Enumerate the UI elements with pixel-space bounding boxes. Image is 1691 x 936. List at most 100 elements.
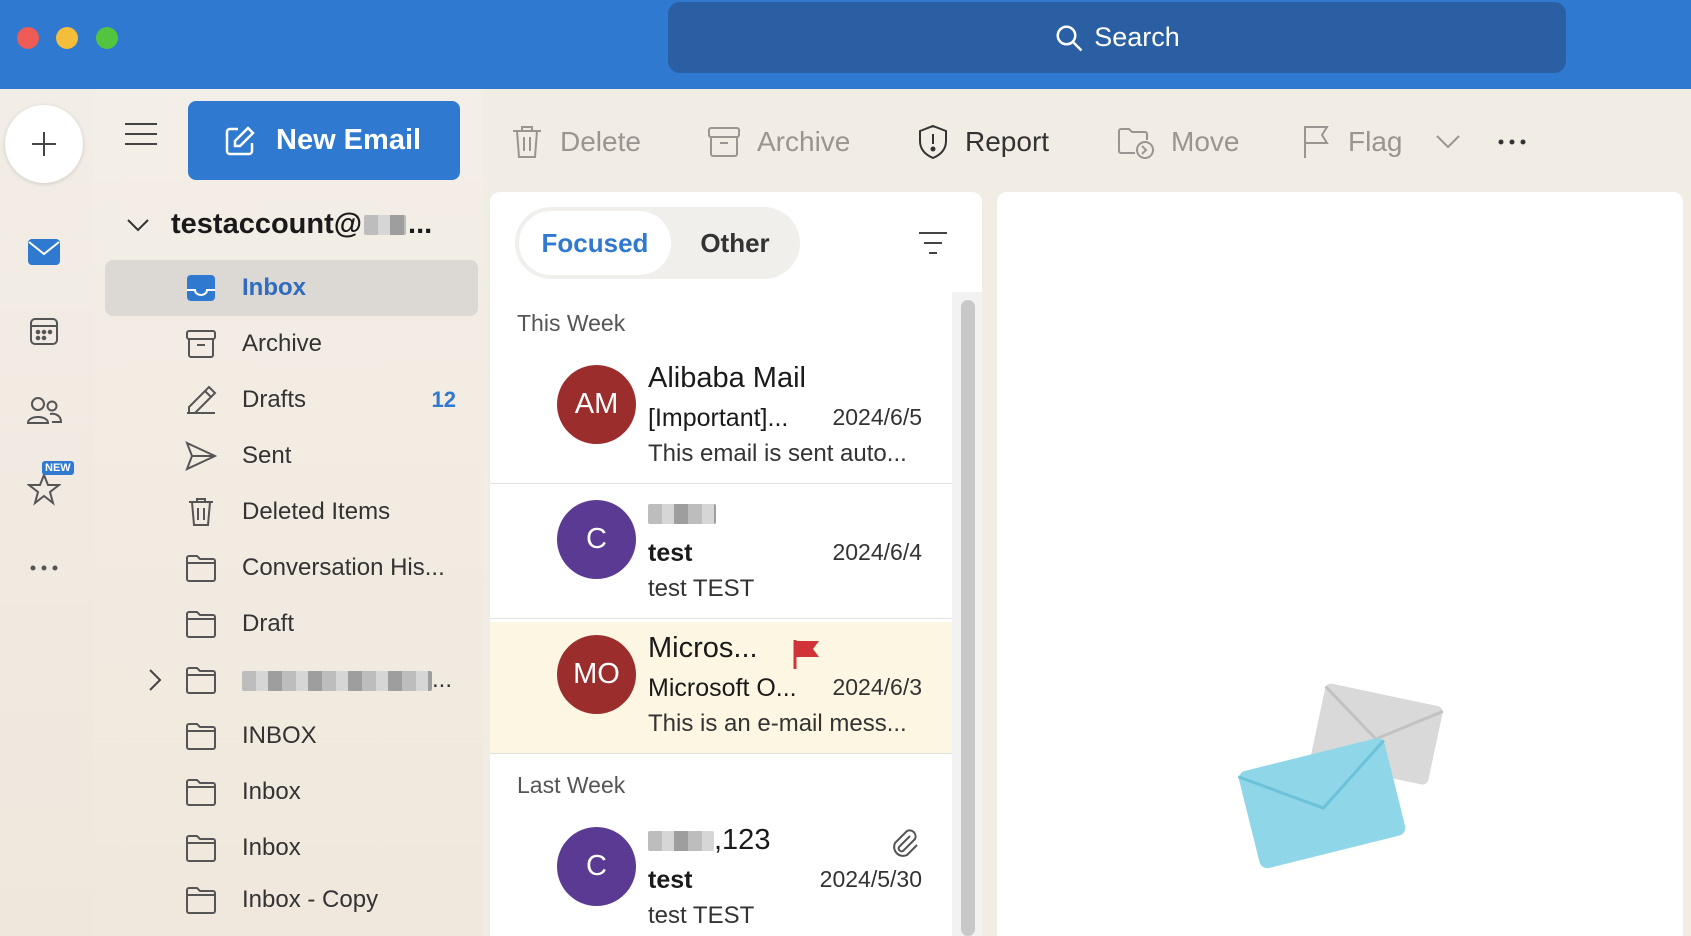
folder-icon xyxy=(186,555,216,582)
folder-inbox-upper[interactable]: INBOX xyxy=(105,708,478,764)
search-label: Search xyxy=(1094,22,1180,52)
search-icon xyxy=(1056,25,1083,51)
folder-label: ... xyxy=(242,666,452,694)
hamburger-menu-icon[interactable] xyxy=(125,122,157,146)
message-item[interactable]: AM Alibaba Mail [Important]... 2024/6/5 … xyxy=(490,352,952,484)
new-item-button[interactable] xyxy=(5,105,83,183)
flag-icon[interactable] xyxy=(792,638,822,670)
folder-icon xyxy=(186,667,216,694)
redacted-text xyxy=(242,670,432,691)
archive-icon xyxy=(186,330,216,358)
message-sender-suffix: ,123 xyxy=(714,824,771,856)
message-preview: test TEST xyxy=(648,575,755,602)
message-sender xyxy=(648,497,716,530)
account-header[interactable]: testaccount@ ... xyxy=(121,208,461,241)
calendar-icon xyxy=(30,318,58,345)
redacted-text xyxy=(648,831,714,852)
favorites-nav-button[interactable] xyxy=(24,469,64,509)
chevron-down-icon xyxy=(1436,135,1460,149)
inbox-icon xyxy=(187,275,215,301)
trash-icon xyxy=(189,498,213,526)
group-header-last-week: Last Week xyxy=(517,772,626,798)
folder-sent[interactable]: Sent xyxy=(105,428,478,484)
close-window-button[interactable] xyxy=(17,27,39,49)
archive-icon xyxy=(708,127,740,157)
redacted-text xyxy=(364,214,407,235)
tab-focused[interactable]: Focused xyxy=(519,211,671,275)
filter-icon[interactable] xyxy=(918,230,948,256)
message-date: 2024/6/5 xyxy=(832,404,922,430)
folder-draft[interactable]: Draft xyxy=(105,596,478,652)
folder-icon xyxy=(186,723,216,750)
inbox-tabs: Focused Other xyxy=(515,207,800,279)
folder-label: Inbox xyxy=(242,274,306,301)
message-list: Focused Other This Week AM Alibaba Mail … xyxy=(490,192,982,936)
chevron-down-icon xyxy=(127,218,149,231)
zoom-window-button[interactable] xyxy=(96,27,118,49)
tab-other[interactable]: Other xyxy=(675,211,795,275)
folder-archive[interactable]: Archive xyxy=(105,316,478,372)
folder-label: Inbox xyxy=(242,834,301,861)
move-button[interactable]: Move xyxy=(1117,118,1239,166)
trash-icon xyxy=(513,126,541,158)
delete-button[interactable]: Delete xyxy=(510,118,641,166)
folder-deleted-items[interactable]: Deleted Items xyxy=(105,484,478,540)
scrollbar-thumb[interactable] xyxy=(961,300,975,936)
folder-label: Inbox - Copy xyxy=(242,886,379,913)
more-apps-button[interactable] xyxy=(24,548,64,588)
message-item[interactable]: C ,123 test 2024/5/30 test TEST xyxy=(490,814,952,936)
chevron-right-icon[interactable] xyxy=(145,668,165,692)
folder-redacted[interactable]: ... xyxy=(105,652,478,708)
mail-icon xyxy=(28,239,60,265)
minimize-window-button[interactable] xyxy=(56,27,78,49)
folder-icon xyxy=(186,835,216,862)
message-date: 2024/6/4 xyxy=(832,539,922,565)
folder-label: Archive xyxy=(242,330,323,357)
archive-label: Archive xyxy=(757,126,851,157)
flag-icon xyxy=(1304,126,1329,158)
folder-inbox-2[interactable]: Inbox xyxy=(105,764,478,820)
new-email-button[interactable]: New Email xyxy=(188,101,460,180)
folder-icon xyxy=(186,887,216,914)
folder-inbox[interactable]: Inbox xyxy=(105,260,478,316)
paperclip-icon xyxy=(893,829,918,857)
folder-conversation-history[interactable]: Conversation His... xyxy=(105,540,478,596)
calendar-nav-button[interactable] xyxy=(24,311,64,351)
star-icon xyxy=(27,472,61,506)
move-folder-icon xyxy=(1118,128,1154,159)
folder-label: Deleted Items xyxy=(242,498,391,525)
drafts-pencil-icon xyxy=(187,385,217,414)
move-label: Move xyxy=(1171,126,1240,157)
delete-label: Delete xyxy=(560,126,641,157)
more-icon xyxy=(30,565,58,571)
avatar: AM xyxy=(557,365,636,444)
folder-label: Drafts xyxy=(242,386,307,413)
flag-button[interactable]: Flag xyxy=(1302,118,1402,166)
people-nav-button[interactable] xyxy=(24,390,64,430)
mail-nav-button[interactable] xyxy=(24,232,64,272)
send-icon xyxy=(185,441,217,471)
more-icon xyxy=(1498,139,1526,145)
compose-icon xyxy=(225,125,255,155)
message-sender: ,123 xyxy=(648,824,770,857)
report-button[interactable]: Report xyxy=(917,118,1049,166)
flag-options-dropdown[interactable] xyxy=(1435,118,1477,166)
message-date: 2024/5/30 xyxy=(819,866,922,892)
folder-label: Sent xyxy=(242,442,292,469)
more-actions-button[interactable] xyxy=(1497,118,1543,166)
empty-mail-illustration-icon xyxy=(1237,683,1444,869)
avatar: MO xyxy=(557,635,636,714)
account-suffix: ... xyxy=(408,208,433,240)
message-item[interactable]: C test 2024/6/4 test TEST xyxy=(490,487,952,619)
folder-inbox-copy[interactable]: Inbox - Copy xyxy=(105,872,478,928)
message-subject: [Important]... xyxy=(648,404,789,432)
folder-label-suffix: ... xyxy=(432,666,453,693)
message-item[interactable]: MO Micros... Microsoft O... 2024/6/3 Thi… xyxy=(490,622,952,754)
new-badge: NEW xyxy=(42,461,74,475)
archive-button[interactable]: Archive xyxy=(707,118,850,166)
search-bar[interactable]: Search xyxy=(668,2,1566,73)
folder-drafts[interactable]: Drafts 12 xyxy=(105,372,478,428)
group-header-this-week: This Week xyxy=(517,310,626,336)
folder-inbox-3[interactable]: Inbox xyxy=(105,820,478,876)
title-bar: Search xyxy=(0,0,1691,89)
